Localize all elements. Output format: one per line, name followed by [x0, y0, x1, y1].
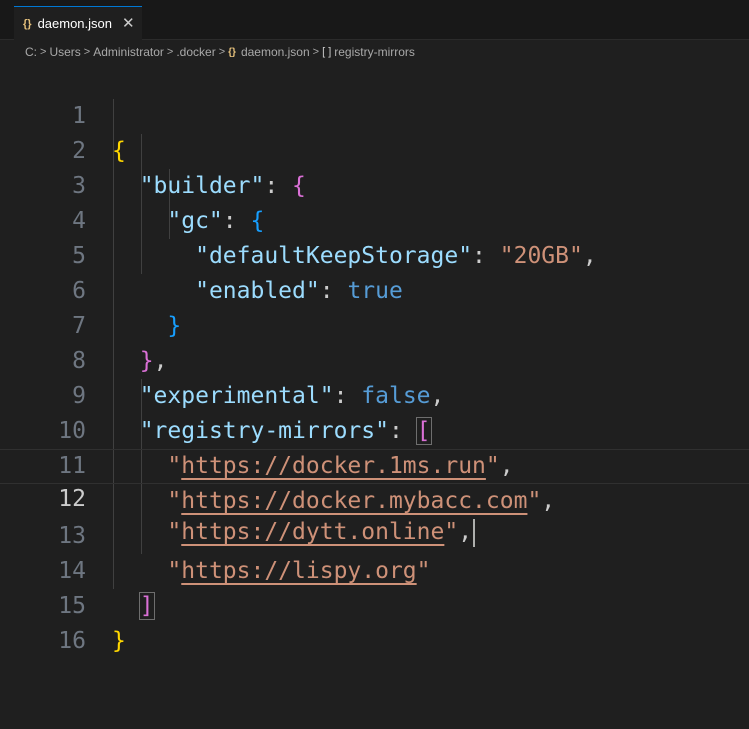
chevron-right-icon: > [83, 46, 91, 58]
tab-daemon-json[interactable]: {} daemon.json ✕ [14, 6, 142, 40]
json-file-icon: {} [228, 46, 236, 58]
breadcrumb-item-file[interactable]: daemon.json [241, 45, 310, 59]
code-editor[interactable]: 1 { 2 "builder": { 3 "gc": { 4 "defaultK… [0, 64, 749, 655]
breadcrumb-item-users[interactable]: Users [49, 45, 80, 59]
code-line: 8 "experimental": false, [0, 309, 749, 409]
code-line: 16 [0, 589, 749, 654]
code-line: 1 { [0, 64, 749, 164]
chevron-right-icon: > [166, 46, 174, 58]
code-line: 10 "https://docker.1ms.run", [0, 379, 749, 479]
breadcrumb-item-administrator[interactable]: Administrator [93, 45, 164, 59]
json-file-icon: {} [23, 17, 32, 30]
code-line-current: 12 "https://dytt.online", [0, 449, 749, 547]
code-line: 15 } [0, 554, 749, 654]
chevron-right-icon: > [40, 46, 47, 58]
code-line: 4 "defaultKeepStorage": "20GB", [0, 169, 749, 269]
code-line: 7 }, [0, 274, 749, 374]
code-line: 14 ] [0, 519, 749, 620]
tab-label: daemon.json [37, 16, 113, 31]
brace: } [112, 628, 126, 654]
breadcrumb-item-drive[interactable]: C: [25, 45, 37, 59]
chevron-right-icon: > [218, 46, 226, 58]
chevron-right-icon: > [312, 46, 320, 58]
close-icon[interactable]: ✕ [122, 16, 135, 31]
breadcrumb-item-symbol[interactable]: registry-mirrors [334, 45, 415, 59]
code-line: 11 "https://docker.mybacc.com", [0, 414, 749, 514]
code-line: 13 "https://lispy.org" [0, 484, 749, 584]
line-number: 16 [58, 628, 86, 654]
array-symbol-icon: [ ] [322, 46, 332, 58]
breadcrumb: C: > Users > Administrator > .docker > {… [0, 40, 749, 64]
code-line: 6 } [0, 239, 749, 339]
code-line: 2 "builder": { [0, 99, 749, 199]
breadcrumb-item-docker[interactable]: .docker [176, 45, 215, 59]
code-line: 9 "registry-mirrors": [ [0, 344, 749, 445]
tab-bar: {} daemon.json ✕ [0, 0, 749, 40]
code-line: 5 "enabled": true [0, 204, 749, 304]
code-line: 3 "gc": { [0, 134, 749, 234]
